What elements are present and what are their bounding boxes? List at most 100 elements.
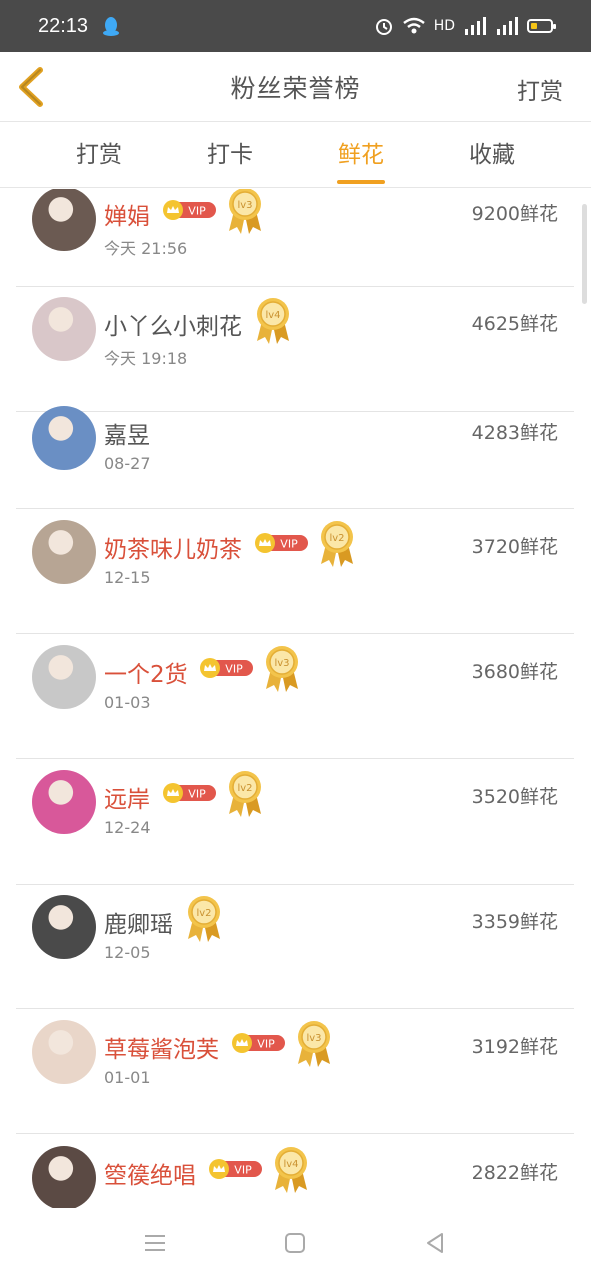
hd-label: HD	[433, 18, 455, 34]
flower-amount: 3680鲜花	[471, 661, 558, 683]
svg-text:lv3: lv3	[274, 658, 289, 669]
flower-amount: 3520鲜花	[471, 786, 558, 808]
gift-time: 12-05	[104, 943, 151, 962]
flower-amount: 2822鲜花	[471, 1162, 558, 1184]
vip-badge-icon: VIP	[208, 1158, 264, 1180]
avatar[interactable]	[32, 770, 96, 834]
avatar[interactable]	[32, 645, 96, 709]
avatar[interactable]	[32, 1146, 96, 1208]
vip-badge-icon: VIP	[254, 532, 310, 554]
gift-time: 12-24	[104, 818, 151, 837]
tab-favorites[interactable]: 收藏	[432, 122, 552, 188]
list-item[interactable]: 小丫么小刺花 lv4 今天 19:18 4625鲜花	[16, 287, 574, 412]
system-nav-bar	[0, 1208, 591, 1280]
gift-time: 08-27	[104, 454, 151, 473]
wifi-icon	[402, 17, 425, 34]
svg-text:VIP: VIP	[225, 663, 243, 676]
list-item[interactable]: 一个2货 VIP lv3 01-03 3680鲜花	[16, 634, 574, 759]
fan-ranking-list[interactable]: 婵娟 VIP lv3 今天 21:56 9200鲜花小丫么小刺花 lv4 今天 19:18 4…	[0, 189, 591, 1208]
list-item[interactable]: 远岸 VIP lv2 12-24 3520鲜花	[16, 759, 574, 885]
level-medal-icon: lv3	[263, 643, 301, 693]
user-name[interactable]: 草莓酱泡芙	[104, 1030, 219, 1064]
tab-label: 打赏	[76, 142, 122, 168]
vip-badge-icon: VIP	[199, 657, 255, 679]
list-item[interactable]: 箜篌绝唱 VIP lv4 2822鲜花	[16, 1134, 574, 1208]
flower-amount: 3192鲜花	[471, 1036, 558, 1058]
user-name[interactable]: 奶茶味儿奶茶	[104, 530, 242, 564]
status-time: 22:13	[38, 14, 89, 37]
gift-time: 12-15	[104, 568, 151, 587]
scrollbar[interactable]	[582, 204, 587, 304]
app-header: 粉丝荣誉榜 打赏	[0, 52, 591, 122]
tab-flowers[interactable]: 鲜花	[301, 122, 421, 188]
level-medal-icon: lv3	[226, 189, 264, 235]
svg-text:lv2: lv2	[329, 533, 344, 544]
avatar[interactable]	[32, 189, 96, 251]
gift-time: 01-03	[104, 693, 151, 712]
status-bar: 22:13 HD	[0, 0, 591, 52]
user-name[interactable]: 一个2货	[104, 655, 188, 689]
svg-text:lv2: lv2	[237, 783, 252, 794]
svg-text:lv2: lv2	[196, 908, 211, 919]
svg-text:lv4: lv4	[283, 1159, 298, 1170]
avatar[interactable]	[32, 406, 96, 470]
level-medal-icon: lv2	[226, 768, 264, 818]
svg-text:lv3: lv3	[237, 200, 252, 211]
list-item[interactable]: 鹿卿瑶 lv2 12-05 3359鲜花	[16, 885, 574, 1009]
gift-time: 今天 21:56	[104, 239, 188, 258]
list-item[interactable]: 草莓酱泡芙 VIP lv3 01-01 3192鲜花	[16, 1009, 574, 1134]
battery-icon	[527, 19, 556, 33]
level-medal-icon: lv4	[254, 295, 292, 345]
flower-amount: 9200鲜花	[471, 203, 558, 225]
tab-label: 收藏	[469, 142, 515, 168]
back-nav-icon[interactable]	[422, 1230, 448, 1256]
avatar[interactable]	[32, 895, 96, 959]
flower-amount: 3359鲜花	[471, 911, 558, 933]
user-name[interactable]: 嘉昱	[104, 416, 150, 450]
back-arrow-icon[interactable]	[14, 66, 48, 108]
avatar[interactable]	[32, 1020, 96, 1084]
tab-bar: 打赏 打卡 鲜花 收藏	[0, 122, 591, 188]
svg-text:lv4: lv4	[265, 310, 280, 321]
avatar[interactable]	[32, 520, 96, 584]
vip-badge-icon: VIP	[162, 782, 218, 804]
level-medal-icon: lv2	[185, 893, 223, 943]
svg-text:VIP: VIP	[188, 205, 206, 218]
list-item[interactable]: 奶茶味儿奶茶 VIP lv2 12-15 3720鲜花	[16, 509, 574, 634]
list-item[interactable]: 婵娟 VIP lv3 今天 21:56 9200鲜花	[16, 189, 574, 287]
svg-text:VIP: VIP	[188, 788, 206, 801]
user-name[interactable]: 鹿卿瑶	[104, 905, 173, 939]
flower-amount: 4283鲜花	[471, 422, 558, 444]
tab-label: 鲜花	[338, 142, 384, 168]
signal-icon-2	[497, 17, 518, 35]
svg-text:VIP: VIP	[280, 538, 298, 551]
reward-button[interactable]: 打赏	[517, 72, 563, 106]
home-icon[interactable]	[282, 1230, 308, 1256]
user-name[interactable]: 箜篌绝唱	[104, 1156, 196, 1190]
avatar[interactable]	[32, 297, 96, 361]
vip-badge-icon: VIP	[162, 199, 218, 221]
page-title: 粉丝荣誉榜	[230, 73, 361, 103]
flower-amount: 3720鲜花	[471, 536, 558, 558]
gift-time: 01-01	[104, 1068, 151, 1087]
user-name[interactable]: 远岸	[104, 780, 150, 814]
user-name[interactable]: 小丫么小刺花	[104, 307, 242, 341]
tab-checkin[interactable]: 打卡	[170, 122, 290, 188]
tab-reward[interactable]: 打赏	[39, 122, 159, 188]
level-medal-icon: lv2	[318, 518, 356, 568]
gift-time: 今天 19:18	[104, 349, 188, 368]
svg-text:VIP: VIP	[257, 1038, 275, 1051]
level-medal-icon: lv4	[272, 1144, 310, 1194]
flower-amount: 4625鲜花	[471, 313, 558, 335]
tab-label: 打卡	[207, 142, 253, 168]
svg-text:VIP: VIP	[234, 1164, 252, 1177]
user-name[interactable]: 婵娟	[104, 197, 150, 231]
menu-icon[interactable]	[142, 1230, 168, 1256]
list-item[interactable]: 嘉昱 08-27 4283鲜花	[16, 406, 574, 509]
vip-badge-icon: VIP	[231, 1032, 287, 1054]
level-medal-icon: lv3	[295, 1018, 333, 1068]
signal-icon-1	[465, 17, 486, 35]
alarm-icon	[375, 19, 392, 35]
active-tab-indicator	[337, 180, 385, 184]
svg-text:lv3: lv3	[306, 1033, 321, 1044]
